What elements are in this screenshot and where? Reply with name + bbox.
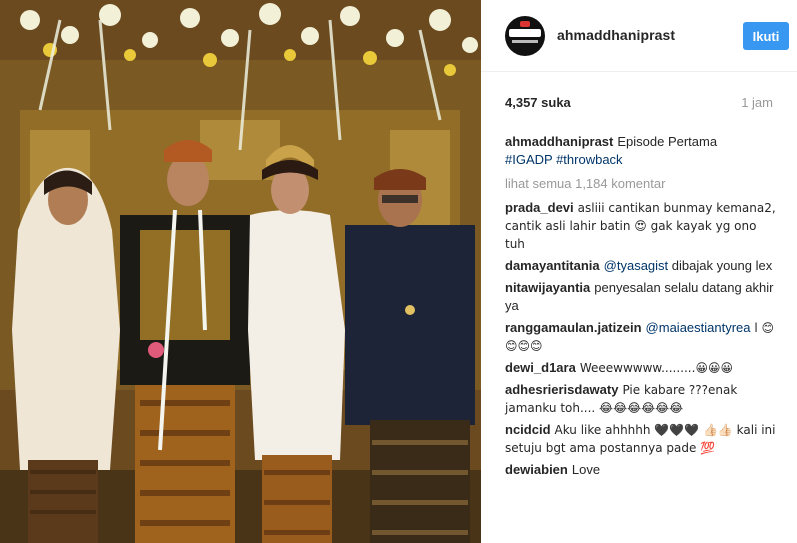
hashtag-link[interactable]: #throwback bbox=[556, 152, 622, 167]
caption-username[interactable]: ahmaddhaniprast bbox=[505, 134, 613, 149]
comment-username[interactable]: dewi_d1ara bbox=[505, 360, 576, 375]
wedding-photo-illustration bbox=[0, 0, 481, 543]
comment-username[interactable]: adhesrierisdawaty bbox=[505, 382, 618, 397]
comment-item: ranggamaulan.jatizein @maiaestiantyrea l … bbox=[505, 319, 777, 355]
post-photo[interactable] bbox=[0, 0, 481, 543]
comment-text: Love bbox=[571, 462, 601, 477]
post-header: ahmaddhaniprast Ikuti bbox=[481, 0, 797, 72]
post-stats: 4,357 suka 1 jam bbox=[505, 95, 773, 113]
comment-mention-link[interactable]: @maiaestiantyrea bbox=[646, 320, 751, 335]
follow-button[interactable]: Ikuti bbox=[743, 22, 789, 50]
comment-item: nitawijayantia penyesalan selalu datang a… bbox=[505, 279, 777, 315]
comment-item: dewiabien Love bbox=[505, 461, 777, 479]
comment-username[interactable]: dewiabien bbox=[505, 462, 568, 477]
caption-text: Episode Pertama bbox=[617, 134, 718, 149]
comment-item: dewi_d1ara Weeewwwww.........😀😀😀 bbox=[505, 359, 777, 377]
comment-text: dibajak young lex bbox=[668, 258, 773, 273]
comment-text: Weeewwwww.........😀😀😀 bbox=[579, 361, 733, 375]
comment-username[interactable]: prada_devi bbox=[505, 200, 574, 215]
comment-item: ncidcid Aku like ahhhhh 🖤🖤🖤 👍🏻👍🏻 kali ini… bbox=[505, 421, 777, 457]
avatar[interactable] bbox=[505, 16, 545, 56]
hashtag-link[interactable]: #IGADP bbox=[505, 152, 552, 167]
comment-username[interactable]: ncidcid bbox=[505, 422, 551, 437]
comment-username[interactable]: damayantitania bbox=[505, 258, 600, 273]
comment-username[interactable]: nitawijayantia bbox=[505, 280, 590, 295]
caption: ahmaddhaniprast Episode Pertama #IGADP #t… bbox=[505, 133, 777, 169]
post-details-panel: ahmaddhaniprast Ikuti 4,357 suka 1 jam a… bbox=[481, 0, 797, 543]
post-timestamp[interactable]: 1 jam bbox=[741, 95, 773, 110]
comment-item: prada_devi asliii cantikan bunmay kemana2… bbox=[505, 199, 777, 253]
likes-count[interactable]: 4,357 suka bbox=[505, 95, 571, 110]
comment-username[interactable]: ranggamaulan.jatizein bbox=[505, 320, 642, 335]
view-all-comments-link[interactable]: lihat semua 1,184 komentar bbox=[505, 175, 777, 193]
comment-item: damayantitania @tyasagist dibajak young l… bbox=[505, 257, 777, 275]
username-link[interactable]: ahmaddhaniprast bbox=[557, 27, 675, 43]
comments-list: ahmaddhaniprast Episode Pertama #IGADP #t… bbox=[505, 133, 777, 483]
comment-mention-link[interactable]: @tyasagist bbox=[604, 258, 669, 273]
comment-item: adhesrierisdawaty Pie kabare ???enak jama… bbox=[505, 381, 777, 417]
